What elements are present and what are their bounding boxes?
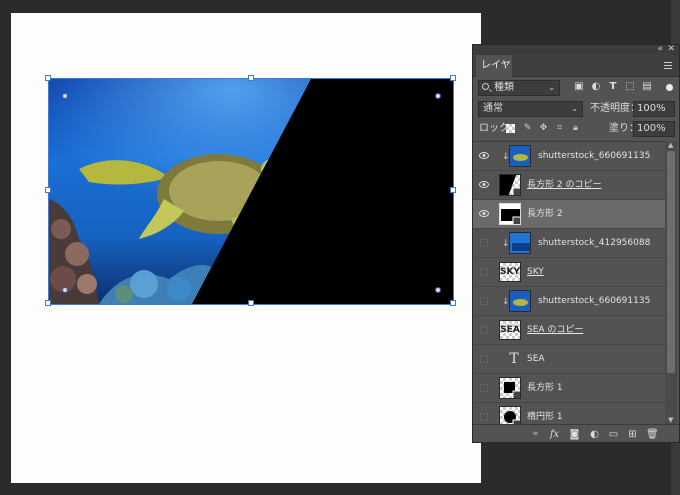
shape-thumbnail xyxy=(499,377,521,399)
type-icon[interactable]: T xyxy=(608,82,618,92)
filter-kind-label: 種類 xyxy=(494,82,514,93)
link-icon[interactable]: ⚭ xyxy=(530,429,541,440)
scroll-down-icon[interactable]: ▼ xyxy=(668,416,673,424)
layer-name: SEA のコピー xyxy=(527,325,584,335)
image-icon[interactable]: ▣ xyxy=(574,82,584,92)
search-icon xyxy=(482,83,489,90)
lock-all-icon[interactable]: 🔒︎ xyxy=(571,124,580,133)
visibility-toggle[interactable] xyxy=(480,384,488,392)
text-thumbnail: SKY xyxy=(499,262,521,282)
layer-row[interactable]: ↓ shutterstock_412956088 xyxy=(473,229,665,258)
panel-title-bar: « ✕ xyxy=(473,44,679,55)
lock-artboard-icon[interactable]: ⌗ xyxy=(555,124,564,133)
lock-transparent-icon[interactable] xyxy=(506,124,515,133)
blend-mode-value: 通常 xyxy=(483,103,503,114)
opacity-value: 100% xyxy=(637,103,666,114)
eye-icon[interactable] xyxy=(479,210,489,217)
visibility-toggle[interactable] xyxy=(480,413,488,421)
layer-row[interactable]: ↓ shutterstock_660691135 xyxy=(473,287,665,316)
chevron-down-icon: ⌄ xyxy=(571,104,578,113)
adjustment-layer-icon[interactable]: ◐ xyxy=(589,429,600,440)
layer-name: shutterstock_660691135 xyxy=(538,151,651,161)
layer-name: 長方形 1 xyxy=(527,383,563,393)
visibility-toggle[interactable] xyxy=(480,355,488,363)
lock-brush-icon[interactable]: ✎ xyxy=(523,124,532,133)
shape-thumbnail xyxy=(499,406,521,424)
layer-name: SKY xyxy=(527,267,544,277)
trash-icon[interactable]: 🗑︎ xyxy=(646,429,659,440)
layer-row[interactable]: 長方形 2 のコピー xyxy=(473,171,665,200)
adjustment-icon[interactable]: ◐ xyxy=(591,82,601,92)
filter-kind-dropdown[interactable]: 種類 ⌄ xyxy=(478,80,560,96)
opacity-input[interactable]: 100% xyxy=(633,101,675,117)
blend-row: 通常 ⌄ 不透明度： 100% xyxy=(473,100,679,118)
smart-object-icon[interactable]: ▤ xyxy=(642,82,652,92)
panel-tab-bar: レイヤー xyxy=(473,55,679,93)
group-folder-icon[interactable]: ▭ xyxy=(608,429,619,440)
layer-row-selected[interactable]: 長方形 2 xyxy=(473,200,665,229)
layer-name: shutterstock_660691135 xyxy=(538,296,651,306)
filter-toggle-icon[interactable] xyxy=(666,84,673,91)
photo-thumbnail xyxy=(509,290,531,312)
scrollbar-thumb[interactable] xyxy=(667,151,675,373)
lock-row: ロック： ✎ ✥ ⌗ 🔒︎ 塗り： 100% xyxy=(473,120,679,138)
eye-icon[interactable] xyxy=(479,152,489,159)
lock-position-icon[interactable]: ✥ xyxy=(539,124,548,133)
layers-panel: « ✕ レイヤー 種類 ⌄ ▣ ◐ T ⬚ ▤ 通常 ⌄ 不透明度： 100% … xyxy=(472,44,680,443)
layer-row[interactable]: 楕円形 1 xyxy=(473,403,665,424)
canvas-photo-composite[interactable] xyxy=(49,79,454,304)
layer-row[interactable]: SKY SKY xyxy=(473,258,665,287)
blend-mode-dropdown[interactable]: 通常 ⌄ xyxy=(478,101,583,117)
visibility-toggle[interactable] xyxy=(480,268,488,276)
photo-thumbnail xyxy=(509,145,531,167)
layer-row[interactable]: T SEA xyxy=(473,345,665,374)
panel-menu-icon[interactable] xyxy=(664,62,672,69)
layer-name: shutterstock_412956088 xyxy=(538,238,651,248)
eye-icon[interactable] xyxy=(479,181,489,188)
close-icon[interactable]: ✕ xyxy=(667,44,675,54)
fill-value: 100% xyxy=(637,123,666,134)
tab-layers[interactable]: レイヤー xyxy=(476,55,512,93)
layer-row[interactable]: SEA SEA のコピー xyxy=(473,316,665,345)
shape-thumbnail xyxy=(499,174,521,196)
photo-thumbnail xyxy=(509,232,531,254)
layer-name: 楕円形 1 xyxy=(527,412,563,422)
shape-icon[interactable]: ⬚ xyxy=(625,82,635,92)
visibility-toggle[interactable] xyxy=(480,297,488,305)
layers-bottom-toolbar: ⚭ fx ◙ ◐ ▭ ⊞ 🗑︎ xyxy=(473,424,679,443)
layer-filter-row: 種類 ⌄ ▣ ◐ T ⬚ ▤ xyxy=(473,79,679,97)
type-layer-icon: T xyxy=(509,351,519,367)
fx-icon[interactable]: fx xyxy=(549,429,560,440)
layer-name: 長方形 2 xyxy=(527,209,563,219)
visibility-toggle[interactable] xyxy=(480,239,488,247)
layer-list-scrollbar[interactable]: ▲ ▼ xyxy=(665,141,677,424)
collapse-icon[interactable]: « xyxy=(657,44,663,54)
shape-thumbnail xyxy=(499,203,521,225)
layer-row[interactable]: ↓ shutterstock_660691135 xyxy=(473,142,665,171)
layer-row[interactable]: 長方形 1 xyxy=(473,374,665,403)
new-layer-icon[interactable]: ⊞ xyxy=(627,429,638,440)
mask-icon[interactable]: ◙ xyxy=(569,429,580,440)
fill-input[interactable]: 100% xyxy=(633,121,675,137)
chevron-down-icon: ⌄ xyxy=(548,83,555,92)
layer-name: SEA xyxy=(527,354,545,364)
layer-name: 長方形 2 のコピー xyxy=(527,180,602,190)
scroll-up-icon[interactable]: ▲ xyxy=(668,141,673,149)
visibility-toggle[interactable] xyxy=(480,326,488,334)
turtle-photo-image xyxy=(49,79,454,304)
layer-list: ↓ shutterstock_660691135 長方形 2 のコピー 長方形 … xyxy=(473,141,665,424)
text-thumbnail: SEA xyxy=(499,320,521,340)
